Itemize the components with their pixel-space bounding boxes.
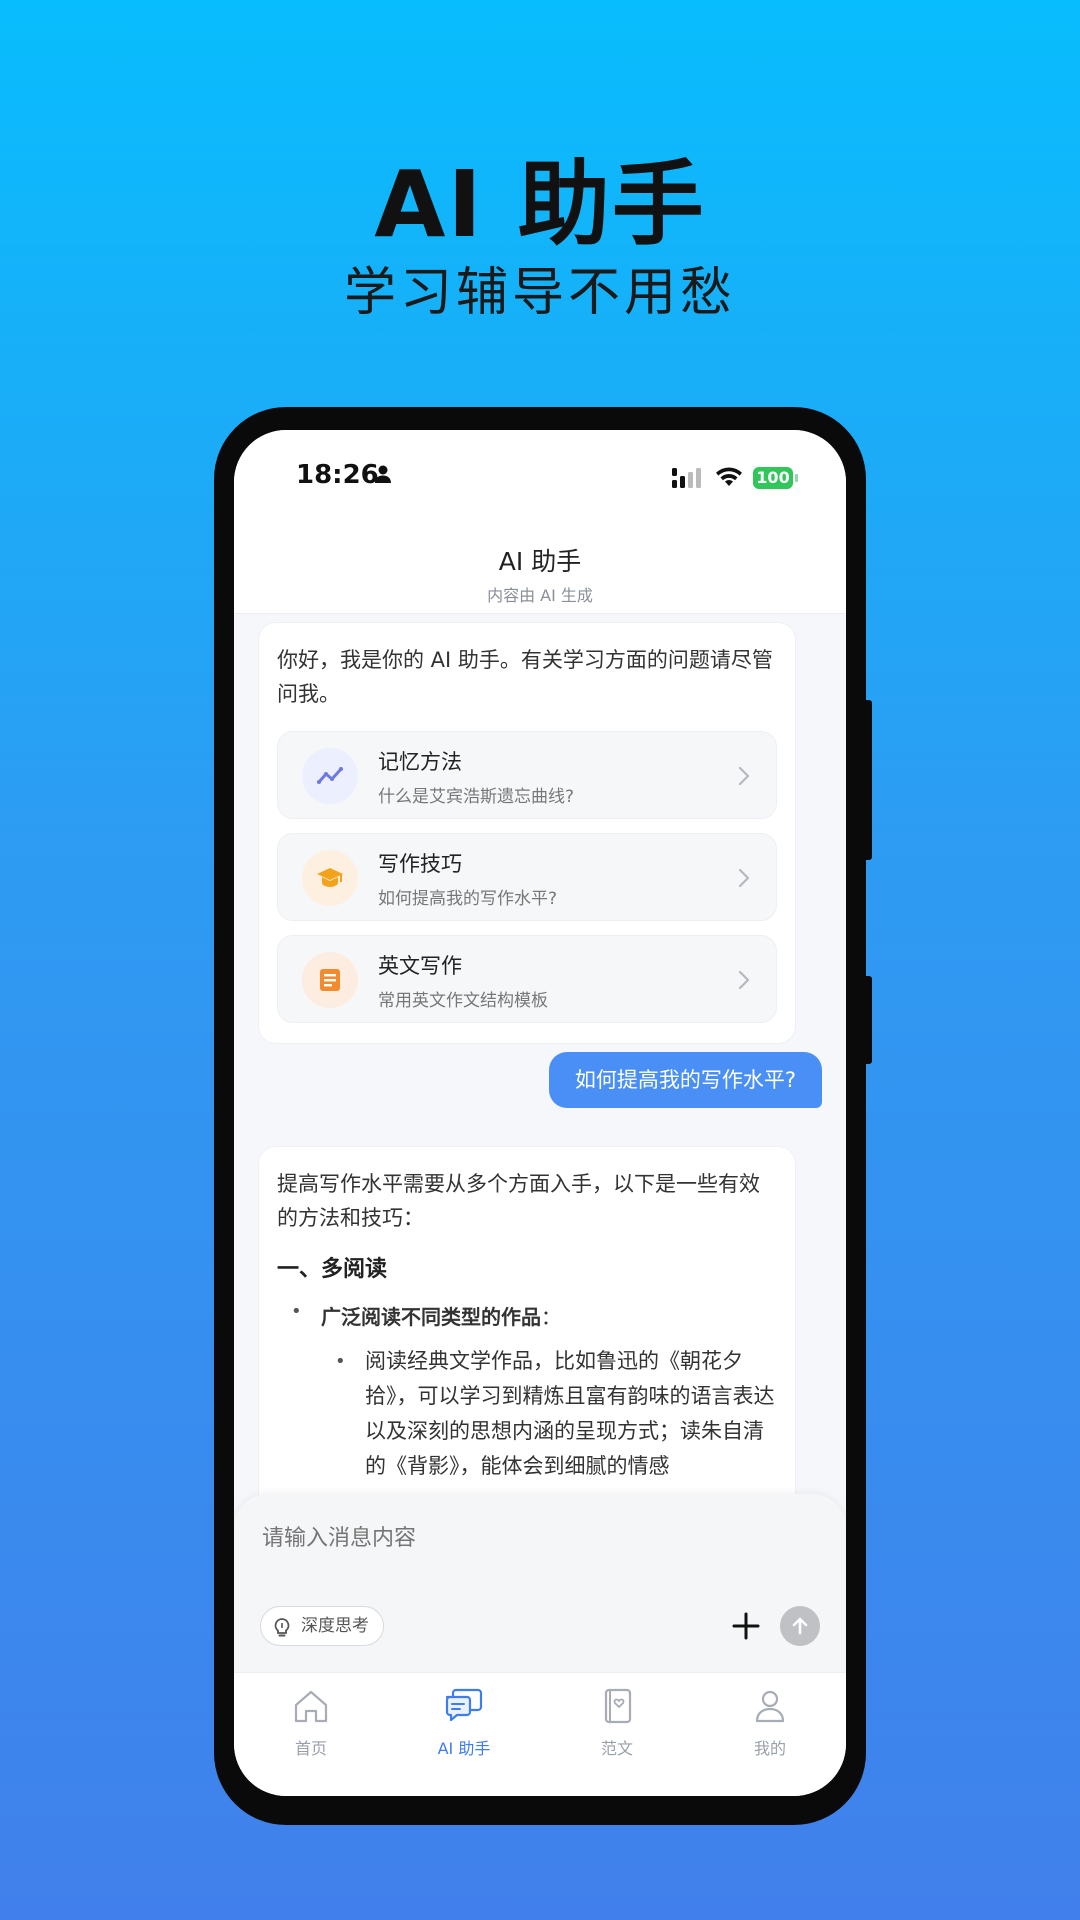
tab-label: 范文: [600, 1739, 633, 1758]
suggestion-title: 英文写作: [378, 954, 462, 978]
wifi-icon: [714, 466, 744, 492]
suggestion-desc: 什么是艾宾浩斯遗忘曲线?: [378, 787, 575, 807]
bullet-dot: •: [335, 1351, 346, 1372]
phone-side-button: [862, 700, 872, 860]
chat-area[interactable]: 你好，我是你的 AI 助手。有关学习方面的问题请尽管问我。 记忆方法 什么是艾宾…: [234, 614, 846, 1514]
chevron-right-icon: [738, 970, 750, 994]
answer-sub-bullet-text: 阅读经典文学作品，比如鲁迅的《朝花夕拾》，可以学习到精炼且富有韵味的语言表达以及…: [365, 1349, 775, 1478]
chevron-right-icon: [738, 766, 750, 790]
answer-intro: 提高写作水平需要从多个方面入手，以下是一些有效的方法和技巧：: [277, 1172, 760, 1230]
bullet-dot: •: [291, 1301, 302, 1322]
chevron-right-icon: [738, 868, 750, 892]
suggestion-desc: 常用英文作文结构模板: [378, 991, 548, 1011]
tab-bar: 首页 AI 助手 范文 我的: [234, 1672, 846, 1796]
assistant-greeting-card: 你好，我是你的 AI 助手。有关学习方面的问题请尽管问我。 记忆方法 什么是艾宾…: [258, 622, 796, 1044]
suggestion-title: 记忆方法: [378, 750, 462, 774]
tab-home[interactable]: 首页: [261, 1687, 361, 1759]
message-input-area: 深度思考: [234, 1494, 846, 1672]
answer-bullet-bold: 广泛阅读不同类型的作品: [321, 1305, 541, 1329]
phone-side-button: [862, 976, 872, 1064]
tab-model-essays[interactable]: 范文: [567, 1687, 667, 1759]
tab-label: 我的: [753, 1739, 786, 1758]
book-icon: [597, 1688, 637, 1729]
user-icon: [750, 1690, 790, 1729]
deep-think-toggle[interactable]: 深度思考: [260, 1606, 384, 1646]
battery-cap: [795, 474, 798, 482]
suggestion-english-writing[interactable]: 英文写作 常用英文作文结构模板: [277, 935, 777, 1023]
hero-title: AI 助手: [374, 151, 706, 258]
tab-ai-assistant[interactable]: AI 助手: [414, 1687, 514, 1759]
signal-icon: [672, 468, 704, 492]
graduation-cap-icon: [302, 850, 358, 906]
document-icon: [302, 952, 358, 1008]
tab-label: AI 助手: [437, 1739, 491, 1758]
person-icon: [374, 464, 392, 488]
hero-subtitle: 学习辅导不用愁: [343, 263, 736, 323]
greeting-message: 你好，我是你的 AI 助手。有关学习方面的问题请尽管问我。: [277, 648, 773, 706]
lightbulb-icon: [273, 1615, 291, 1653]
page-title: AI 助手: [498, 547, 582, 576]
message-input[interactable]: [262, 1526, 802, 1551]
answer-bullet-suffix: ：: [541, 1305, 561, 1329]
assistant-answer-card: 提高写作水平需要从多个方面入手，以下是一些有效的方法和技巧： 一、多阅读 • 广…: [258, 1146, 796, 1514]
trend-line-icon: [302, 748, 358, 804]
status-time: 18:26: [296, 460, 379, 490]
page-subtitle: 内容由 AI 生成: [487, 586, 593, 605]
answer-heading: 一、多阅读: [277, 1257, 388, 1282]
page-header: AI 助手 内容由 AI 生成: [234, 530, 846, 614]
home-icon: [291, 1690, 331, 1729]
tab-mine[interactable]: 我的: [720, 1687, 820, 1759]
answer-bullet: • 广泛阅读不同类型的作品：: [277, 1301, 777, 1330]
chat-icon: [444, 1688, 484, 1729]
answer-sub-bullet: • 阅读经典文学作品，比如鲁迅的《朝花夕拾》，可以学习到精炼且富有韵味的语言表达…: [277, 1344, 777, 1484]
phone-screen: 18:26 100 AI 助手 内容由 AI 生成 你好，我是你的 AI 助手。…: [234, 430, 846, 1796]
suggestion-title: 写作技巧: [378, 852, 462, 876]
status-bar: 18:26 100: [234, 430, 846, 530]
arrow-up-icon: [792, 1617, 808, 1635]
battery-indicator: 100: [753, 467, 793, 489]
plus-icon[interactable]: [726, 1606, 766, 1650]
deep-think-label: 深度思考: [301, 1616, 369, 1636]
suggestion-writing-skills[interactable]: 写作技巧 如何提高我的写作水平?: [277, 833, 777, 921]
suggestion-memory-method[interactable]: 记忆方法 什么是艾宾浩斯遗忘曲线?: [277, 731, 777, 819]
user-message-bubble: 如何提高我的写作水平?: [548, 1052, 822, 1108]
suggestion-desc: 如何提高我的写作水平?: [378, 889, 558, 909]
tab-label: 首页: [294, 1739, 327, 1758]
send-button[interactable]: [780, 1606, 820, 1646]
